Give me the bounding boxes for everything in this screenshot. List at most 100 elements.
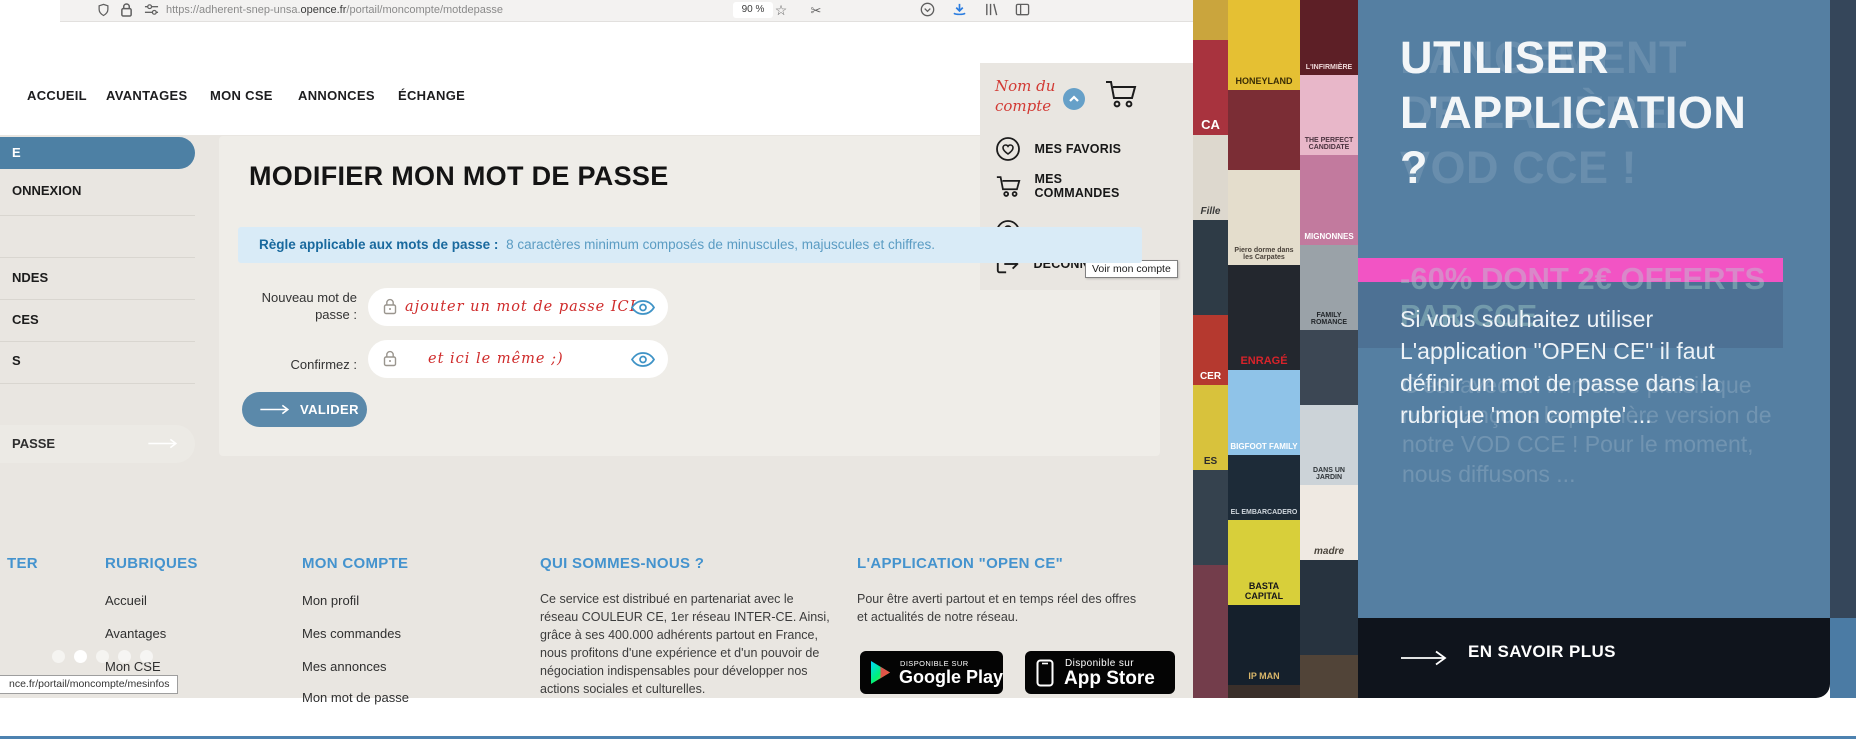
footer-newsletter-fragment: TER — [7, 555, 38, 572]
movie-poster: BIGFOOT FAMILY — [1228, 370, 1300, 455]
footer-link-accueil[interactable]: Accueil — [105, 593, 147, 608]
bookmark-star-icon[interactable]: ☆ — [772, 2, 790, 19]
sidebar-divider — [0, 215, 195, 216]
footer-link-avantages[interactable]: Avantages — [105, 626, 166, 641]
carousel-dot[interactable] — [118, 650, 131, 663]
sidebar-password-button[interactable]: PASSE — [0, 425, 195, 463]
download-icon[interactable] — [952, 2, 970, 19]
footer-qui-text: grâce à ses 400.000 adhérents partout en… — [540, 628, 818, 642]
nav-accueil[interactable]: ACCUEIL — [27, 88, 87, 103]
sidebar-divider — [0, 341, 195, 342]
sidebar-password-label: PASSE — [12, 436, 56, 451]
movie-poster: FAMILY ROMANCE — [1300, 245, 1358, 330]
footer-app-text: et actualités de notre réseau. — [857, 610, 1019, 624]
nav-avantages[interactable]: AVANTAGES — [106, 88, 187, 103]
footer-link-mes-commandes[interactable]: Mes commandes — [302, 626, 401, 641]
footer-moncompte-title: MON COMPTE — [302, 555, 409, 572]
password-rule-banner: Règle applicable aux mots de passe : 8 c… — [238, 227, 1142, 263]
movie-poster: madre — [1300, 485, 1358, 560]
screenshot-scissors-icon[interactable]: ✂ — [807, 2, 825, 19]
footer-qui-text: négociation indispensables pour développ… — [540, 664, 808, 678]
url-path: /portail/moncompte/motdepasse — [346, 4, 503, 16]
carousel-dot[interactable] — [52, 650, 65, 663]
carousel-dot[interactable] — [140, 650, 153, 663]
menu-item-favoris[interactable]: MES FAVORIS — [995, 136, 1121, 162]
footer-app-text: Pour être averti partout et en temps rée… — [857, 592, 1137, 606]
movie-poster: ES — [1193, 385, 1228, 470]
library-icon[interactable] — [984, 2, 1002, 19]
sidebar-item-favoris[interactable]: S — [12, 353, 21, 368]
url-field[interactable]: https://adherent-snep-unsa.opence.fr/por… — [166, 0, 503, 21]
lock-icon[interactable] — [120, 2, 138, 19]
carousel-dot[interactable] — [96, 650, 109, 663]
zoom-level-badge[interactable]: 90 % — [733, 2, 773, 18]
movie-poster: HONEYLAND — [1228, 0, 1300, 90]
movie-poster: CA — [1193, 40, 1228, 135]
sidebar-divider — [0, 383, 195, 384]
lock-icon — [383, 298, 397, 315]
menu-item-label: COMMANDES — [1034, 186, 1120, 200]
new-password-placeholder: ajouter un mot de passe ICI — [405, 299, 637, 315]
right-edge-strip-bottom — [1830, 618, 1856, 698]
nav-mon-cse[interactable]: MON CSE — [210, 88, 273, 103]
app-store-badge[interactable]: Disponible sur App Store — [1025, 651, 1175, 694]
poster-column: HONEYLAND Piero dorme dans les Carpates … — [1228, 0, 1300, 698]
cart-icon[interactable] — [1103, 78, 1139, 110]
new-password-input[interactable]: ajouter un mot de passe ICI — [368, 288, 668, 326]
google-play-icon — [871, 661, 890, 684]
en-savoir-plus-button[interactable]: EN SAVOIR PLUS — [1358, 618, 1830, 698]
movie-poster — [1193, 470, 1228, 565]
confirm-password-input[interactable]: et ici le même ;) — [368, 340, 668, 378]
url-domain: opence.fr — [300, 4, 347, 16]
footer-link-mon-profil[interactable]: Mon profil — [302, 593, 359, 608]
arrow-right-icon — [260, 404, 290, 415]
footer-qui-text: Ce service est distribué en partenariat … — [540, 592, 794, 606]
chevron-up-icon[interactable] — [1063, 88, 1085, 110]
arrow-right-icon — [1401, 650, 1447, 666]
show-password-eye-icon[interactable] — [631, 352, 655, 367]
footer-link-mon-mot-de-passe[interactable]: Mon mot de passe — [302, 690, 409, 705]
movie-poster: IP MAN — [1228, 605, 1300, 685]
sidebar-item-annonces[interactable]: CES — [12, 312, 39, 327]
url-scheme-host: https://adherent-snep-unsa. — [166, 4, 301, 16]
movie-poster: BASTA CAPITAL — [1228, 520, 1300, 605]
poster-column: L'INFIRMIÈRE THE PERFECT CANDIDATE MIGNO… — [1300, 0, 1358, 698]
valider-button[interactable]: VALIDER — [242, 392, 367, 427]
footer-qui-text: réseau COULEUR CE, 1er réseau INTER-CE. … — [540, 610, 830, 624]
heart-icon — [995, 136, 1021, 162]
footer-link-mon-cse[interactable]: Mon CSE — [105, 659, 161, 674]
sidebar-item-connexion[interactable]: ONNEXION — [12, 183, 81, 198]
promo-slide-panel: LANCEMENT DE LA 1ÈRE VOD CCE ! UTILISER … — [1358, 0, 1830, 618]
movie-poster: DANS UN JARDIN — [1300, 405, 1358, 485]
footer-link-mes-annonces[interactable]: Mes annonces — [302, 659, 387, 674]
show-password-eye-icon[interactable] — [631, 300, 655, 315]
movie-poster: THE PERFECT CANDIDATE — [1300, 75, 1358, 155]
sidebar-item-commandes[interactable]: NDES — [12, 270, 48, 285]
movie-poster — [1300, 330, 1358, 405]
menu-item-commandes[interactable]: MES COMMANDES — [995, 172, 1120, 200]
bottom-separator-line — [0, 736, 1856, 739]
account-name[interactable]: Nom du compte — [995, 76, 1065, 116]
movie-poster — [1300, 560, 1358, 655]
rule-label: Règle applicable aux mots de passe : — [259, 237, 499, 252]
sidebar-item-selected[interactable]: E — [0, 137, 195, 169]
nav-annonces[interactable]: ANNONCES — [298, 88, 375, 103]
cart-small-icon — [995, 173, 1023, 200]
sidebar-divider — [0, 299, 195, 300]
footer-qui-text: actions sociales et culturelles. — [540, 682, 706, 696]
screenshot-root: https://adherent-snep-unsa.opence.fr/por… — [0, 0, 1856, 747]
footer-qui-text: nous profitons d'une expérience et d'un … — [540, 646, 820, 660]
shield-icon[interactable] — [96, 2, 114, 19]
google-play-badge[interactable]: DISPONIBLE SUR Google Play — [860, 651, 1003, 694]
movie-poster: Piero dorme dans les Carpates — [1228, 170, 1300, 265]
right-edge-strip-top — [1830, 0, 1856, 618]
movie-poster: Fille — [1193, 135, 1228, 220]
sidebar-toggle-icon[interactable] — [1015, 2, 1033, 19]
carousel-dot-active[interactable] — [74, 650, 87, 663]
pocket-icon[interactable] — [920, 2, 938, 19]
movie-poster — [1193, 220, 1228, 315]
permissions-icon[interactable] — [144, 2, 162, 19]
movie-poster: ENRAGÉ — [1228, 265, 1300, 370]
nav-echange[interactable]: ÉCHANGE — [398, 88, 465, 103]
movie-poster — [1193, 565, 1228, 698]
